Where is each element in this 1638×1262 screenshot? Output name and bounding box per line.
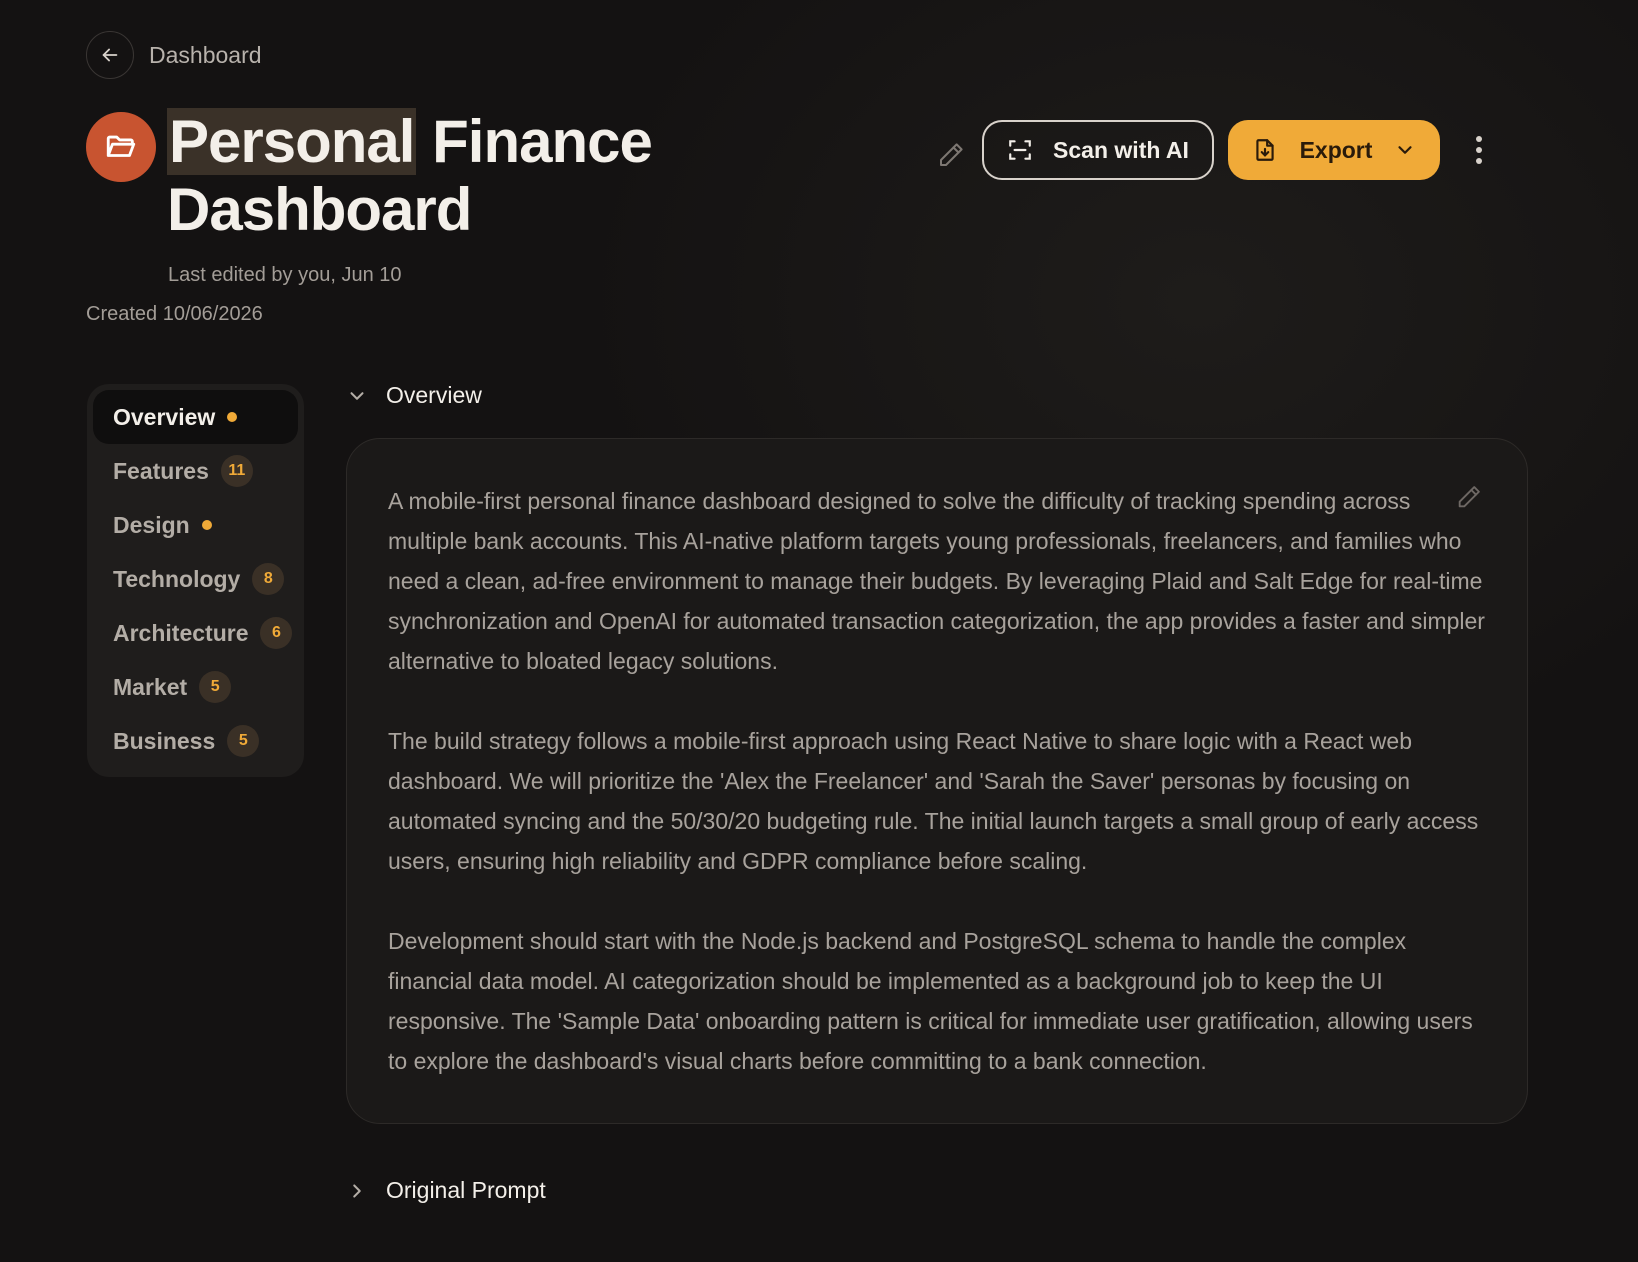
- nav-item-architecture[interactable]: Architecture 6: [93, 606, 298, 660]
- nav-item-label: Market: [113, 673, 188, 700]
- nav-item-label: Design: [113, 511, 190, 538]
- nav-item-features[interactable]: Features 11: [93, 444, 298, 498]
- nav-item-label: Technology: [113, 565, 241, 592]
- nav-item-label: Features: [113, 457, 209, 484]
- vertical-dots-icon: [1476, 136, 1482, 164]
- overview-paragraph: A mobile-first personal finance dashboar…: [388, 488, 1485, 674]
- overview-heading: Overview: [386, 382, 482, 408]
- back-label[interactable]: Dashboard: [149, 42, 262, 69]
- edit-overview-button[interactable]: [1455, 483, 1483, 511]
- last-edited-text: Last edited by you, Jun 10: [168, 264, 402, 286]
- chevron-down-icon: [350, 391, 364, 400]
- pencil-icon: [1458, 486, 1480, 508]
- count-badge: 11: [220, 455, 253, 487]
- arrow-left-icon: [102, 48, 118, 62]
- nav-item-market[interactable]: Market 5: [93, 660, 298, 714]
- count-badge: 8: [252, 563, 285, 595]
- nav-item-design[interactable]: Design: [93, 498, 298, 552]
- scan-with-ai-button[interactable]: Scan with AI: [982, 120, 1214, 180]
- nav-item-label: Overview: [113, 403, 216, 430]
- nav-item-business[interactable]: Business 5: [93, 714, 298, 768]
- export-button[interactable]: Export: [1228, 120, 1440, 180]
- edit-title-button[interactable]: [936, 140, 966, 170]
- chevron-down-icon: [1398, 146, 1413, 154]
- overview-card: A mobile-first personal finance dashboar…: [346, 438, 1528, 1124]
- original-prompt-section-toggle[interactable]: Original Prompt: [346, 1177, 546, 1204]
- nav-item-overview[interactable]: Overview: [93, 390, 298, 444]
- title-highlight: Personal: [167, 108, 417, 175]
- page-title: Personal Finance Dashboard: [167, 108, 727, 244]
- section-nav: Overview Features 11 Design Technology 8…: [87, 384, 304, 777]
- created-date-text: Created 10/06/2026: [86, 303, 263, 325]
- scan-frame-icon: [1009, 140, 1031, 160]
- back-button[interactable]: [86, 31, 134, 79]
- scan-label: Scan with AI: [1053, 136, 1189, 163]
- count-badge: 5: [227, 725, 260, 757]
- original-prompt-heading: Original Prompt: [386, 1177, 546, 1203]
- status-dot: [227, 412, 238, 422]
- pencil-icon: [940, 143, 963, 166]
- overview-section-toggle[interactable]: Overview: [346, 382, 482, 409]
- nav-item-label: Business: [113, 727, 216, 754]
- project-icon: [86, 112, 156, 182]
- file-download-icon: [1255, 139, 1274, 161]
- status-dot: [201, 520, 212, 530]
- more-options-button[interactable]: [1466, 128, 1492, 172]
- overview-paragraph: Development should start with the Node.j…: [388, 928, 1473, 1074]
- nav-item-label: Architecture: [113, 619, 249, 646]
- nav-item-technology[interactable]: Technology 8: [93, 552, 298, 606]
- folder-open-icon: [106, 135, 136, 157]
- count-badge: 6: [260, 617, 293, 649]
- overview-paragraph: The build strategy follows a mobile-firs…: [388, 728, 1479, 874]
- breadcrumb: Dashboard: [86, 31, 262, 79]
- chevron-right-icon: [353, 1183, 361, 1198]
- count-badge: 5: [199, 671, 232, 703]
- export-label: Export: [1299, 136, 1373, 163]
